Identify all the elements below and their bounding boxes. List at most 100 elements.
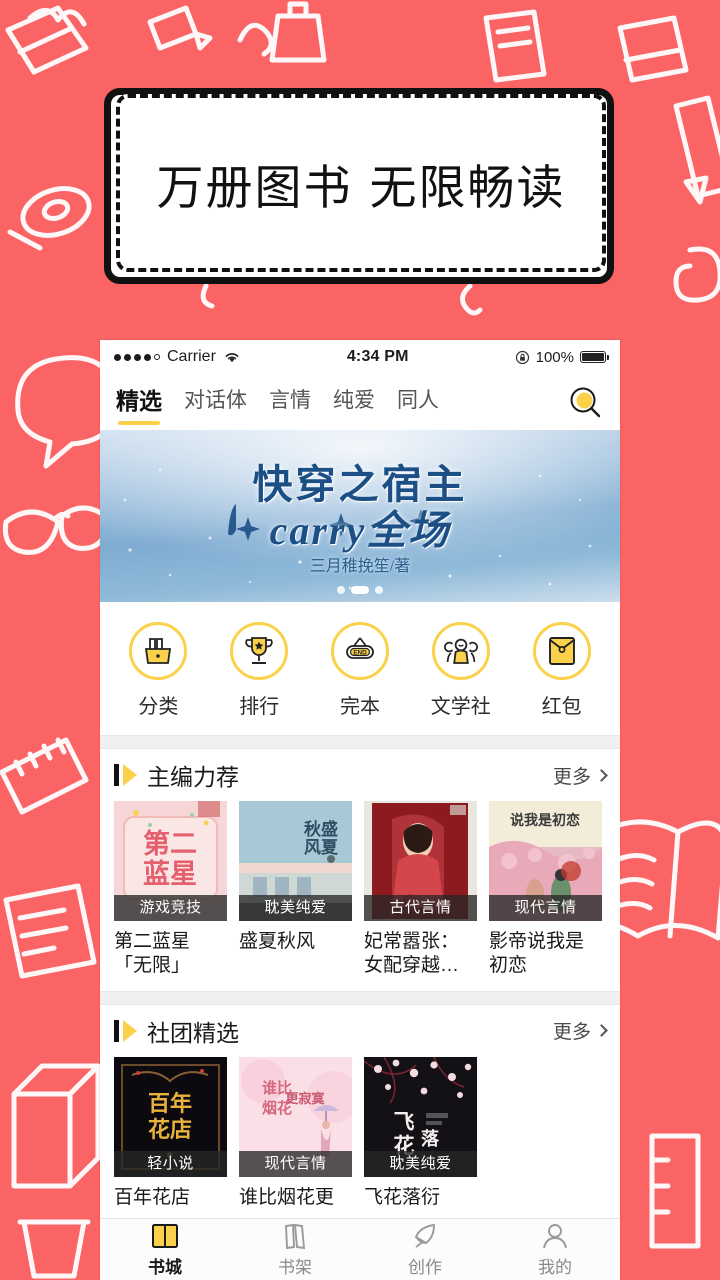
category-bag-icon [145, 638, 172, 664]
book-title: 妃常嚣张：女配穿越… [364, 931, 460, 977]
book-card[interactable]: 第二 蓝星 游戏竞技 第二蓝星「无限」 [114, 801, 227, 979]
hero-carousel[interactable]: 快穿之宿主 carry全场 三月稚挽笙/著 [100, 430, 620, 602]
chevron-right-icon [595, 768, 608, 782]
section-accent-bar [114, 764, 119, 786]
category-tab-bar: 精选 对话体 言情 纯爱 同人 [100, 374, 620, 430]
promo-banner: 万册图书 无限畅读 [96, 78, 616, 288]
quick-link-icon-wrap: END [330, 622, 389, 680]
book-cover[interactable]: 秋盛 风夏 耽美纯爱 [239, 801, 352, 921]
quick-link-label: 完本 [339, 696, 380, 718]
book-cover[interactable]: 飞 花 落 耽美纯爱 [364, 1056, 477, 1177]
search-button[interactable] [568, 385, 602, 419]
red-envelope-icon [548, 637, 575, 665]
book-title: 谁比烟花更 [239, 1186, 335, 1208]
tab-chunai[interactable]: 纯爱 [333, 384, 375, 420]
carrier-label: Carrier [167, 348, 216, 365]
tab-chuangzuo[interactable]: 创作 [360, 1219, 490, 1280]
book-tag: 现代言情 [239, 1150, 352, 1177]
book-card[interactable]: 百年 花店 轻小说 百年花店 [114, 1056, 227, 1210]
section-title: 社团精选 [147, 1019, 239, 1046]
svg-text:更寂寞: 更寂寞 [285, 1091, 325, 1107]
carousel-dot-3[interactable] [375, 586, 383, 594]
rotation-lock-icon [515, 350, 529, 364]
svg-text:蓝星: 蓝星 [143, 859, 197, 890]
book-cover[interactable]: 百年 花店 轻小说 [114, 1056, 227, 1177]
status-bar: Carrier 4:34 PM 100% [100, 340, 620, 374]
carousel-subtitle: carry全场 [269, 508, 451, 553]
book-list: 第二 蓝星 游戏竞技 第二蓝星「无限」 秋盛 风夏 耽美纯爱 盛夏秋风 古代言情… [114, 801, 606, 979]
book-cover[interactable]: 说我是初恋 现代言情 [489, 801, 602, 921]
section-more-label: 更多 [552, 766, 591, 788]
section-more-button[interactable]: 更多 [552, 762, 608, 789]
section-accent-bar [114, 1019, 119, 1042]
quick-link-hongbao[interactable]: 红包 [515, 622, 609, 719]
book-card[interactable]: 古代言情 妃常嚣张：女配穿越… [364, 801, 477, 979]
quick-link-wanben[interactable]: END 完本 [313, 622, 407, 719]
book-card[interactable]: 说我是初恋 现代言情 影帝说我是初恋 [489, 801, 602, 979]
carousel-author: 三月稚挽笙/著 [309, 558, 411, 575]
section-more-button[interactable]: 更多 [553, 1017, 608, 1044]
bookshelf-icon [285, 1223, 306, 1249]
carousel-dot-2[interactable] [351, 586, 369, 594]
book-title: 百年花店 [114, 1186, 191, 1208]
tab-shucheng[interactable]: 书城 [100, 1219, 230, 1280]
book-cover[interactable]: 第二 蓝星 游戏竞技 [114, 801, 227, 921]
end-sign-icon: END [346, 637, 374, 659]
section-club-picks: 社团精选 更多 百年 花店 轻小说 百年花店 谁比 烟花 更寂寞 现代言情 谁比… [100, 1004, 620, 1210]
book-tag: 古代言情 [364, 895, 477, 921]
section-header: 社团精选 更多 [114, 1005, 608, 1057]
svg-text:说我是初恋: 说我是初恋 [510, 812, 580, 829]
community-people-icon [443, 638, 478, 664]
status-bar-time: 4:34 PM [346, 348, 409, 365]
quick-link-fenlei[interactable]: 分类 [111, 622, 205, 719]
tab-label: 书架 [278, 1257, 312, 1277]
trophy-icon [245, 637, 273, 664]
book-card-placeholder [489, 1057, 602, 1210]
promo-banner-card: 万册图书 无限畅读 [116, 94, 606, 272]
book-title: 第二蓝星「无限」 [114, 931, 191, 977]
section-header: 主编力荐 更多 [114, 749, 608, 801]
quick-link-wenxueshe[interactable]: 文学社 [414, 622, 508, 719]
section-divider [100, 990, 620, 1005]
book-tag: 耽美纯爱 [364, 1150, 477, 1177]
book-title: 影帝说我是初恋 [489, 931, 585, 977]
battery-icon [580, 351, 609, 363]
book-title: 飞花落衍 [364, 1186, 441, 1208]
book-cover[interactable]: 谁比 烟花 更寂寞 现代言情 [239, 1056, 352, 1177]
section-editor-picks: 主编力荐 更多 第二 蓝星 游戏竞技 第二蓝星「无限」 秋盛 风夏 耽美纯爱 盛… [100, 749, 620, 979]
quick-link-label: 分类 [138, 696, 179, 718]
book-cover[interactable]: 古代言情 [364, 801, 477, 921]
tab-wode[interactable]: 我的 [490, 1219, 620, 1280]
phone-screen: Carrier 4:34 PM 100% 精选 对话体 言情 纯爱 同人 快穿之… [100, 340, 620, 1280]
quick-link-icon-wrap [431, 622, 490, 680]
carousel-pagination[interactable] [100, 586, 620, 594]
quick-link-label: 排行 [239, 696, 280, 718]
quick-link-icon-wrap [230, 622, 289, 680]
promo-banner-text: 万册图书 无限畅读 [156, 160, 566, 216]
svg-text:END: END [353, 649, 367, 656]
tab-yanqing[interactable]: 言情 [269, 384, 311, 420]
tab-label: 书城 [148, 1257, 182, 1277]
svg-text:第二: 第二 [143, 828, 197, 860]
book-open-icon [152, 1223, 178, 1248]
tab-jingxuan[interactable]: 精选 [116, 382, 162, 425]
tab-tongren[interactable]: 同人 [397, 384, 439, 420]
tab-label: 创作 [408, 1257, 442, 1277]
book-tag: 现代言情 [489, 895, 602, 921]
book-title: 盛夏秋风 [239, 931, 316, 952]
quick-link-paihang[interactable]: 排行 [212, 622, 306, 719]
tab-duihuati[interactable]: 对话体 [184, 384, 247, 420]
svg-text:风夏: 风夏 [304, 838, 339, 858]
quill-pen-icon [414, 1223, 435, 1248]
signal-strength-icon [114, 353, 160, 361]
tab-shujia[interactable]: 书架 [230, 1219, 360, 1280]
book-card[interactable]: 飞 花 落 耽美纯爱 飞花落衍 [364, 1056, 477, 1210]
book-card[interactable]: 谁比 烟花 更寂寞 现代言情 谁比烟花更 [239, 1056, 352, 1210]
carousel-dot-1[interactable] [337, 586, 345, 594]
quick-link-label: 红包 [541, 696, 582, 718]
battery-percent-label: 100% [535, 348, 574, 366]
book-card[interactable]: 秋盛 风夏 耽美纯爱 盛夏秋风 [239, 801, 352, 979]
quick-link-label: 文学社 [430, 696, 491, 718]
tab-label: 我的 [538, 1257, 572, 1277]
svg-text:花店: 花店 [148, 1117, 192, 1143]
